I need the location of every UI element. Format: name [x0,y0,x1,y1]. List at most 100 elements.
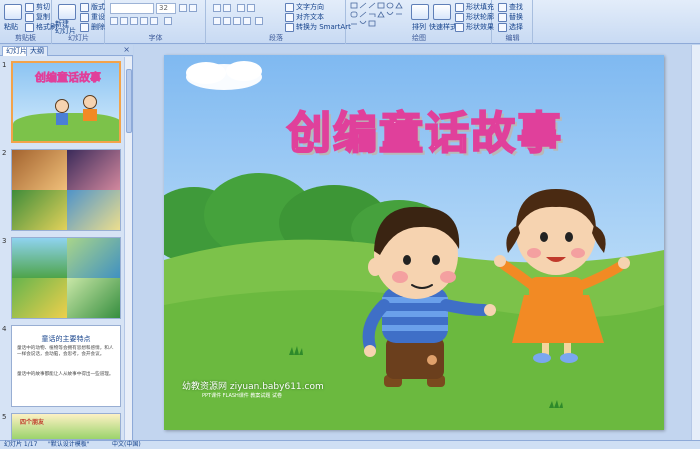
replace-button[interactable]: 替换 [498,12,523,22]
paste-button[interactable]: 粘贴 [4,22,18,32]
find-button[interactable]: 查找 [498,2,523,12]
slides-pane: 幻灯片 大纲 × 1 创编童话故事 2 3 4 童话的主要特点 童话中的动物、植… [0,45,133,440]
justify-icon[interactable] [243,17,251,25]
shape-outline-button[interactable]: 形状轮廓 [455,12,494,22]
arrange-button[interactable]: 排列 [412,22,426,32]
shadow-icon[interactable] [150,17,158,25]
new-slide-icon[interactable] [58,4,76,20]
slide-number: 1 [2,61,7,69]
current-slide[interactable]: 创编童话故事 幼教资源网 ziyuan.baby611.com PPT课件 FL… [164,55,664,430]
slide-counter: 幻灯片 1/17 [4,441,38,448]
theme-name: "默认设计模板" [48,441,90,448]
slide-caption: 幼教资源网 ziyuan.baby611.com [182,382,324,392]
bold-icon[interactable] [110,17,118,25]
layout-button[interactable]: 版式 [80,2,105,12]
language-indicator[interactable]: 中文(中国) [112,441,141,449]
paragraph-group-label: 段落 [269,34,283,42]
slide-number: 3 [2,237,7,245]
thumbnail-bullet-1: 童话中的动物、植物等会拥有思想和感情，和人一样会说话，会动脑，会思考，会开会议。 [17,346,114,357]
underline-icon[interactable] [130,17,138,25]
slide-editing-area: 创编童话故事 幼教资源网 ziyuan.baby611.com PPT课件 FL… [134,45,700,440]
shapes-gallery-icon[interactable] [350,2,406,28]
thumbnails-scrollbar[interactable] [124,57,132,440]
replace-icon [498,12,507,22]
copy-button[interactable]: 复制 [25,12,50,22]
text-direction-button[interactable]: 文字方向 [285,2,324,12]
font-color-icon[interactable] [164,17,172,25]
thumbnail-bullet-2: 童话中的故事都能让人从故事中得出一些道理。 [17,372,114,377]
font-group-label: 字体 [148,34,163,42]
thumbnail-title: 童话的主要特点 [41,335,91,343]
brush-icon [25,22,34,32]
text-direction-icon [285,2,294,12]
copy-icon [25,12,34,22]
shape-fill-button[interactable]: 形状填充 [455,2,494,12]
editing-group-label: 编辑 [505,34,520,42]
paint-bucket-icon [455,2,464,12]
font-group: 32 字体 [106,0,206,44]
align-right-icon[interactable] [233,17,241,25]
align-text-icon [285,12,294,22]
slide-number: 2 [2,149,7,157]
slide-number: 4 [2,325,7,333]
scissors-icon [25,2,34,12]
effects-icon [455,22,464,32]
delete-icon [80,22,89,32]
paragraph-group: 文字方向 对齐文本 转换为 SmartArt 段落 [207,0,351,44]
thumbnail-image: 四个朋友 [11,413,121,440]
slide-caption-sub: PPT课件 FLASH课件 教案试题 试卷 [202,393,282,399]
paste-icon[interactable] [4,4,22,20]
slide-number: 5 [2,413,7,421]
align-text-button[interactable]: 对齐文本 [285,12,324,22]
increase-indent-icon[interactable] [247,4,255,12]
italic-icon[interactable] [120,17,128,25]
decrease-indent-icon[interactable] [237,4,245,12]
font-name-combo[interactable] [110,3,154,14]
quick-styles-icon[interactable] [433,4,451,20]
align-left-icon[interactable] [213,17,221,25]
status-bar: 幻灯片 1/17 "默认设计模板" 中文(中国) [0,440,700,449]
thumbnail-image: 童话的主要特点 童话中的动物、植物等会拥有思想和感情，和人一样会说话，会动脑，会… [11,325,121,407]
drawing-group: 排列 快速样式 形状填充 形状轮廓 形状效果 绘图 [347,0,494,44]
strikethrough-icon[interactable] [140,17,148,25]
thumbnail-image [11,237,121,319]
outline-icon [455,12,464,22]
reset-button[interactable]: 重设 [80,12,105,22]
quick-styles-button[interactable]: 快速样式 [429,22,457,32]
bullets-icon[interactable] [213,4,221,12]
slides-group-label: 幻灯片 [68,34,89,42]
delete-slide-button[interactable]: 删除 [80,22,105,32]
drawing-group-label: 绘图 [412,34,426,42]
canvas-scrollbar[interactable] [691,45,700,440]
numbering-icon[interactable] [223,4,231,12]
find-icon [498,2,507,12]
editing-group: 查找 替换 选择 编辑 [493,0,533,44]
columns-icon[interactable] [255,17,263,25]
select-icon [498,22,507,32]
slides-group: 新建 幻灯片 版式 重设 删除 幻灯片 [53,0,105,44]
clipboard-group: 粘贴 剪切 复制 格式刷 剪贴板 [0,0,57,44]
layout-icon [80,2,89,12]
align-center-icon[interactable] [223,17,231,25]
tab-outline[interactable]: 大纲 [26,46,48,56]
clipboard-group-label: 剪贴板 [15,34,36,42]
thumbnail-title: 创编童话故事 [35,71,102,85]
slide-title[interactable]: 创编童话故事 [230,97,620,161]
select-button[interactable]: 选择 [498,22,523,32]
grow-font-icon[interactable] [179,4,187,12]
reset-icon [80,12,89,22]
smartart-icon [285,22,294,32]
shrink-font-icon[interactable] [189,4,197,12]
scrollbar-thumb[interactable] [126,69,132,133]
arrange-icon[interactable] [411,4,429,20]
smartart-button[interactable]: 转换为 SmartArt [285,22,351,32]
font-size-combo[interactable]: 32 [156,3,176,14]
thumbnail-image [11,149,121,231]
cut-button[interactable]: 剪切 [25,2,50,12]
cloud-icon [186,61,262,90]
close-icon[interactable]: × [123,45,130,54]
thumbnail-image: 创编童话故事 [11,61,121,143]
shape-effects-button[interactable]: 形状效果 [455,22,494,32]
ribbon: 粘贴 剪切 复制 格式刷 剪贴板 新建 幻灯片 版式 重设 删除 幻灯片 32 … [0,0,700,44]
thumbnail-title: 四个朋友 [20,419,45,426]
